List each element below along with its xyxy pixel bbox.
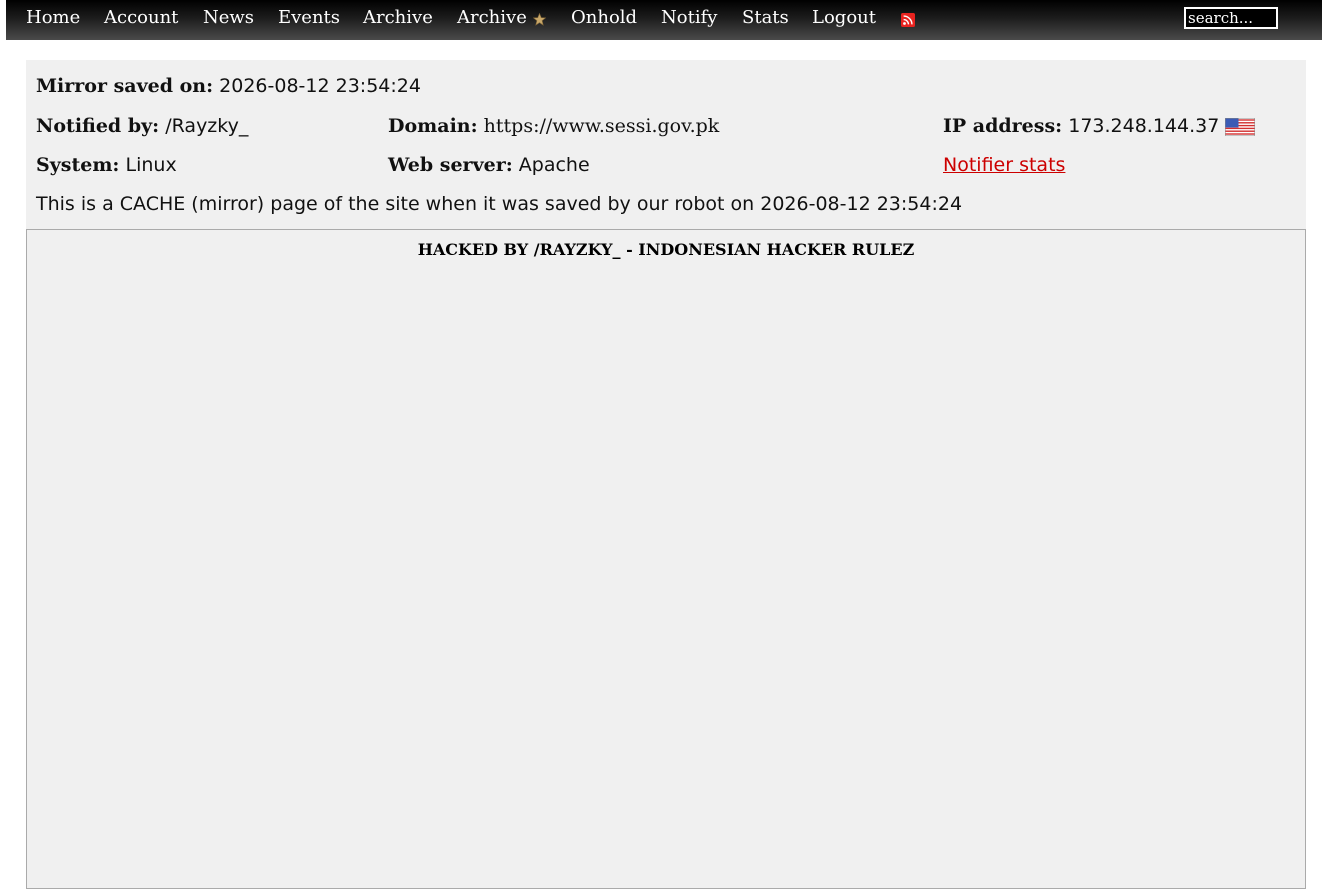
page: Home Account News Events Archive Archive… [6, 0, 1322, 889]
rss-icon[interactable] [901, 13, 915, 27]
web-server-label: Web server: [388, 154, 513, 176]
nav-stats[interactable]: Stats [742, 8, 789, 28]
nav-news[interactable]: News [203, 8, 254, 28]
domain-value: https://www.sessi.gov.pk [483, 115, 720, 137]
nav-notify[interactable]: Notify [661, 8, 717, 28]
mirror-saved-value: 2026-08-12 23:54:24 [219, 75, 421, 97]
domain-label: Domain: [388, 115, 478, 137]
system-row: System: Linux [36, 154, 177, 176]
ip-address-value: 173.248.144.37 [1068, 115, 1220, 137]
notifier-stats-cell: Notifier stats [943, 154, 1065, 176]
nav-logout[interactable]: Logout [812, 8, 876, 28]
mirror-saved-label: Mirror saved on: [36, 75, 214, 97]
ip-address-row: IP address: 173.248.144.37 [943, 115, 1219, 137]
system-value: Linux [125, 154, 177, 176]
notified-by-row: Notified by: /Rayzky_ [36, 115, 248, 137]
notified-by-value: /Rayzky_ [165, 115, 249, 137]
us-flag-icon [1225, 118, 1255, 136]
mirror-saved-row: Mirror saved on: 2026-08-12 23:54:24 [36, 75, 421, 97]
nav-archive-special[interactable]: Archive [457, 8, 527, 28]
top-navbar: Home Account News Events Archive Archive… [6, 0, 1322, 40]
ip-address-label: IP address: [943, 115, 1063, 137]
mirror-frame[interactable]: HACKED BY /RAYZKY_ - INDONESIAN HACKER R… [26, 229, 1306, 889]
cache-note: This is a CACHE (mirror) page of the sit… [36, 193, 963, 215]
notifier-stats-link[interactable]: Notifier stats [943, 154, 1065, 176]
nav-onhold[interactable]: Onhold [571, 8, 637, 28]
notified-by-label: Notified by: [36, 115, 160, 137]
search-input[interactable] [1184, 7, 1278, 29]
nav-archive[interactable]: Archive [363, 8, 433, 28]
mirror-page-heading: HACKED BY /RAYZKY_ - INDONESIAN HACKER R… [417, 240, 915, 259]
nav-home[interactable]: Home [26, 8, 80, 28]
system-label: System: [36, 154, 120, 176]
star-icon[interactable] [533, 13, 546, 26]
web-server-row: Web server: Apache [388, 154, 590, 176]
domain-row: Domain: https://www.sessi.gov.pk [388, 115, 719, 137]
nav-events[interactable]: Events [278, 8, 340, 28]
web-server-value: Apache [518, 154, 590, 176]
nav-account[interactable]: Account [104, 8, 178, 28]
